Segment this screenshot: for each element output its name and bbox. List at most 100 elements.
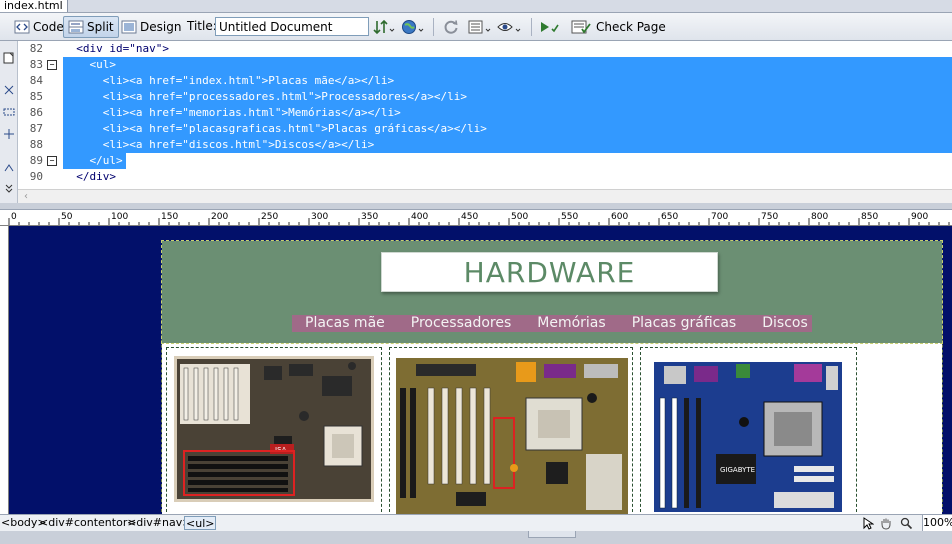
line-number: 86: [29, 106, 43, 119]
motherboard-image-2[interactable]: [389, 347, 633, 514]
code-line[interactable]: 85 <li><a href="processadores.html">Proc…: [18, 89, 952, 105]
vertical-ruler: [0, 226, 9, 514]
code-horizontal-scrollbar[interactable]: ‹: [18, 189, 952, 203]
svg-text:GIGABYTE: GIGABYTE: [720, 466, 755, 474]
motherboard-photo-1: ISA: [174, 356, 374, 502]
code-line[interactable]: 87 <li><a href="placasgraficas.html">Pla…: [18, 121, 952, 137]
file-management-button[interactable]: [371, 17, 397, 37]
tag-div-contentor[interactable]: <div#contentor>: [38, 516, 138, 530]
more-tools-chevron-icon[interactable]: [2, 181, 16, 195]
code-line[interactable]: 88 <li><a href="discos.html">Discos</a><…: [18, 137, 952, 153]
code-line[interactable]: 90 </div>: [18, 169, 952, 185]
preview-browser-button[interactable]: [400, 17, 426, 37]
collapse-tag-icon[interactable]: [2, 83, 16, 97]
panel-expander-grip[interactable]: [528, 531, 576, 538]
line-number: 88: [29, 138, 43, 151]
zoom-level[interactable]: 100%: [922, 515, 952, 532]
design-view-icon: [121, 20, 137, 34]
header-div[interactable]: HARDWARE Placas mãe Processadores Memórias…: [161, 240, 943, 344]
code-text: </ul>: [63, 154, 123, 167]
ruler-label: 850: [861, 212, 878, 222]
code-view-button[interactable]: Code: [9, 16, 69, 38]
ruler-label: 700: [711, 212, 728, 222]
globe-icon: [402, 20, 424, 34]
select-tool-icon[interactable]: [860, 516, 876, 531]
ruler-label: 650: [661, 212, 678, 222]
fold-toggle-icon[interactable]: −: [47, 60, 57, 70]
design-view-label: Design: [140, 20, 182, 34]
nav-link[interactable]: Discos: [749, 315, 821, 332]
zoom-tool-icon[interactable]: [898, 516, 914, 531]
validate-icon: [541, 22, 559, 33]
code-text: <li><a href="index.html">Placas mãe</a><…: [63, 74, 395, 87]
code-line[interactable]: 84 <li><a href="index.html">Placas mãe</…: [18, 73, 952, 89]
file-transfer-icon: [373, 19, 395, 35]
collapse-selection-icon[interactable]: [2, 105, 16, 119]
select-parent-tag-icon[interactable]: [2, 161, 16, 175]
ruler-label: 800: [811, 212, 828, 222]
coding-toolbar: [0, 41, 18, 203]
code-line[interactable]: 89− </ul>: [18, 153, 952, 169]
line-number: 85: [29, 90, 43, 103]
nav-link[interactable]: Processadores: [398, 315, 525, 332]
toolbar-separator: [531, 18, 532, 36]
ruler-label: 100: [111, 212, 128, 222]
dreamweaver-window: index.html Code Split Design Title: Unti…: [0, 0, 952, 544]
ruler-label: 550: [561, 212, 578, 222]
line-number: 83: [29, 58, 43, 71]
code-text: <li><a href="placasgraficas.html">Placas…: [63, 122, 487, 135]
design-view-button[interactable]: Design: [116, 16, 186, 38]
check-page-label: Check Page: [596, 20, 666, 34]
code-line[interactable]: 83− <ul>: [18, 57, 952, 73]
code-text: <li><a href="processadores.html">Process…: [63, 90, 467, 103]
title-input[interactable]: [215, 17, 369, 36]
split-view-button[interactable]: Split: [63, 16, 119, 38]
motherboard-image-3[interactable]: GIGABYTE: [640, 347, 857, 514]
expand-all-icon[interactable]: [2, 127, 16, 141]
validate-markup-button[interactable]: [538, 17, 562, 37]
view-options-button[interactable]: [466, 17, 494, 37]
ruler-label: 200: [211, 212, 228, 222]
split-divider[interactable]: [0, 203, 952, 210]
code-view-label: Code: [33, 20, 64, 34]
ruler-label: 900: [911, 212, 928, 222]
hand-tool-icon[interactable]: [878, 516, 894, 531]
document-tab-strip: index.html: [0, 0, 952, 12]
tag-ul[interactable]: <ul>: [184, 516, 217, 530]
split-view-label: Split: [87, 20, 114, 34]
fold-toggle-icon[interactable]: −: [47, 156, 57, 166]
open-documents-icon[interactable]: [2, 51, 16, 65]
tag-div-nav[interactable]: <div#nav>: [126, 516, 192, 530]
ruler-ticks: 0 50 100 150 200 250 300 350 400 450 500 550 600 650 7…: [8, 212, 950, 225]
code-text: </div>: [63, 170, 116, 183]
refresh-button[interactable]: [440, 17, 462, 37]
document-toolbar: Code Split Design Title: Untitled Docume…: [0, 12, 952, 41]
document-tab[interactable]: index.html: [0, 0, 68, 12]
code-text: <div id="nav">: [63, 42, 169, 55]
motherboard-image-1[interactable]: ISA: [166, 347, 382, 514]
ruler-label: 250: [261, 212, 278, 222]
ruler-label: 500: [511, 212, 528, 222]
nav-link[interactable]: Placas mãe: [292, 315, 398, 332]
view-options-icon: [468, 20, 491, 34]
code-view[interactable]: 82 <div id="nav"> 83− <ul> 84 <li><a href=…: [18, 41, 952, 189]
nav-link[interactable]: Memórias: [524, 315, 618, 332]
line-number: 89: [29, 154, 43, 167]
nav-link[interactable]: Placas gráficas: [619, 315, 750, 332]
code-line[interactable]: 86 <li><a href="memorias.html">Memórias<…: [18, 105, 952, 121]
design-view[interactable]: HARDWARE Placas mãe Processadores Memórias…: [9, 226, 952, 514]
ruler-label: 50: [61, 212, 73, 222]
site-title: HARDWARE: [381, 252, 718, 292]
visual-aids-button[interactable]: [496, 17, 524, 37]
horizontal-ruler: 0 50 100 150 200 250 300 350 400 450 500 550 600 650 7…: [0, 210, 952, 226]
code-line[interactable]: 82 <div id="nav">: [18, 41, 952, 57]
toolbar-separator: [433, 18, 434, 36]
ruler-label: 350: [361, 212, 378, 222]
split-view-icon: [68, 20, 84, 34]
contentor-div[interactable]: HARDWARE Placas mãe Processadores Memórias…: [161, 240, 943, 514]
motherboard-photo-2: [396, 358, 628, 514]
check-page-icon: [571, 20, 591, 34]
check-page-button[interactable]: Check Page: [566, 16, 671, 38]
nav-bar[interactable]: Placas mãe Processadores Memórias Placas gr…: [292, 315, 812, 332]
motherboard-photo-3: GIGABYTE: [654, 362, 842, 512]
